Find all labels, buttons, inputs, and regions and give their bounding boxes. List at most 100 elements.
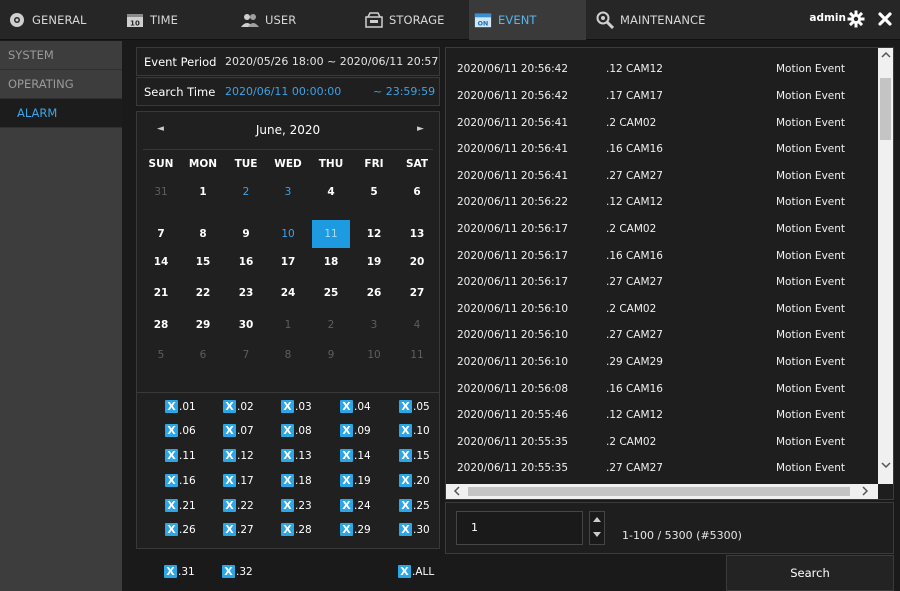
page-up-icon[interactable]	[590, 512, 604, 528]
camera-checkbox[interactable]: X .15	[399, 449, 430, 462]
calendar-day[interactable]: 26	[355, 279, 393, 307]
camera-checkbox[interactable]: X .10	[399, 424, 430, 437]
horizontal-scrollbar[interactable]	[446, 484, 878, 499]
calendar-day[interactable]: 2	[227, 178, 265, 206]
scroll-left-icon[interactable]	[452, 486, 462, 499]
camera-checkbox[interactable]: X .21	[165, 499, 196, 512]
event-row[interactable]: 2020/06/11 20:56:41 .16 CAM16 Motion Event	[446, 136, 876, 163]
event-row[interactable]: 2020/06/11 20:56:42 .12 CAM12 Motion Event	[446, 56, 876, 83]
scroll-down-icon[interactable]	[881, 460, 891, 473]
calendar-day[interactable]: 20	[398, 248, 436, 276]
prev-month-arrow-icon[interactable]: ◄	[157, 124, 164, 134]
event-row[interactable]: 2020/06/11 20:55:35 .27 CAM27 Motion Event	[446, 455, 876, 482]
calendar-day[interactable]: 28	[142, 311, 180, 339]
camera-checkbox[interactable]: X .17	[223, 474, 254, 487]
calendar-day[interactable]: 8	[269, 341, 307, 369]
camera-checkbox[interactable]: X .13	[281, 449, 312, 462]
camera-checkbox[interactable]: X .07	[223, 424, 254, 437]
event-row[interactable]: 2020/06/11 20:56:17 .2 CAM02 Motion Event	[446, 216, 876, 243]
camera-checkbox[interactable]: X .08	[281, 424, 312, 437]
camera-checkbox[interactable]: X .19	[340, 474, 371, 487]
page-number-input[interactable]: 1	[456, 511, 583, 545]
tab-user[interactable]: USER	[241, 0, 351, 40]
calendar-day[interactable]: 1	[269, 311, 307, 339]
calendar-day[interactable]: 3	[355, 311, 393, 339]
camera-checkbox[interactable]: X .31	[164, 565, 195, 578]
camera-checkbox[interactable]: X .12	[223, 449, 254, 462]
camera-checkbox[interactable]: X .04	[340, 400, 371, 413]
calendar-day[interactable]: 11	[398, 341, 436, 369]
camera-checkbox[interactable]: X .06	[165, 424, 196, 437]
search-time-end[interactable]: ~ 23:59:59	[373, 85, 435, 98]
calendar-day[interactable]: 17	[269, 248, 307, 276]
calendar-day[interactable]: 13	[398, 220, 436, 248]
camera-checkbox[interactable]: X .24	[340, 499, 371, 512]
camera-checkbox[interactable]: X .20	[399, 474, 430, 487]
camera-checkbox[interactable]: X .28	[281, 523, 312, 536]
gear-icon[interactable]	[846, 9, 866, 29]
camera-checkbox[interactable]: X .18	[281, 474, 312, 487]
camera-checkbox[interactable]: X .03	[281, 400, 312, 413]
calendar-day[interactable]: 16	[227, 248, 265, 276]
camera-checkbox-all[interactable]: X .ALL	[398, 565, 434, 578]
event-row[interactable]: 2020/06/11 20:56:22 .12 CAM12 Motion Event	[446, 189, 876, 216]
camera-checkbox[interactable]: X .30	[399, 523, 430, 536]
camera-checkbox[interactable]: X .11	[165, 449, 196, 462]
calendar-day[interactable]: 7	[142, 220, 180, 248]
event-row[interactable]: 2020/06/11 20:56:10 .2 CAM02 Motion Event	[446, 295, 876, 322]
tab-storage[interactable]: STORAGE	[365, 0, 475, 40]
calendar-day[interactable]: 10	[355, 341, 393, 369]
sidebar-item-operating[interactable]: OPERATING	[0, 70, 122, 99]
camera-checkbox[interactable]: X .29	[340, 523, 371, 536]
calendar-day[interactable]: 24	[269, 279, 307, 307]
calendar-day[interactable]: 7	[227, 341, 265, 369]
calendar-day[interactable]: 3	[269, 178, 307, 206]
calendar-day[interactable]: 23	[227, 279, 265, 307]
calendar-day[interactable]: 10	[269, 220, 307, 248]
calendar-day[interactable]: 21	[142, 279, 180, 307]
camera-checkbox[interactable]: X .05	[399, 400, 430, 413]
tab-time[interactable]: 10 TIME	[126, 0, 236, 40]
calendar-day[interactable]: 4	[398, 311, 436, 339]
event-row[interactable]: 2020/06/11 20:56:41 .2 CAM02 Motion Event	[446, 109, 876, 136]
calendar-day[interactable]: 1	[184, 178, 222, 206]
event-row[interactable]: 2020/06/11 20:55:46 .12 CAM12 Motion Event	[446, 402, 876, 429]
calendar-day[interactable]: 12	[355, 220, 393, 248]
tab-event[interactable]: ON EVENT	[469, 0, 586, 40]
camera-checkbox[interactable]: X .09	[340, 424, 371, 437]
calendar-day[interactable]: 25	[312, 279, 350, 307]
event-row[interactable]: 2020/06/11 20:56:10 .27 CAM27 Motion Event	[446, 322, 876, 349]
camera-checkbox[interactable]: X .22	[223, 499, 254, 512]
close-icon[interactable]	[875, 9, 895, 29]
calendar-day[interactable]: 5	[355, 178, 393, 206]
calendar-day[interactable]: 6	[184, 341, 222, 369]
calendar-day[interactable]: 11	[312, 220, 350, 248]
calendar-day[interactable]: 8	[184, 220, 222, 248]
calendar-day[interactable]: 30	[227, 311, 265, 339]
camera-checkbox[interactable]: X .14	[340, 449, 371, 462]
calendar-day[interactable]: 9	[312, 341, 350, 369]
tab-general[interactable]: GENERAL	[8, 0, 122, 40]
calendar-day[interactable]: 31	[142, 178, 180, 206]
horizontal-scroll-thumb[interactable]	[468, 487, 850, 496]
calendar-day[interactable]: 22	[184, 279, 222, 307]
calendar-day[interactable]: 5	[142, 341, 180, 369]
camera-checkbox[interactable]: X .27	[223, 523, 254, 536]
event-row[interactable]: 2020/06/11 20:56:42 .17 CAM17 Motion Event	[446, 83, 876, 110]
camera-checkbox[interactable]: X .32	[222, 565, 253, 578]
sidebar-item-system[interactable]: SYSTEM	[0, 41, 122, 70]
sidebar-item-alarm[interactable]: ALARM	[0, 99, 122, 128]
calendar-day[interactable]: 2	[312, 311, 350, 339]
search-button[interactable]: Search	[726, 555, 894, 591]
event-row[interactable]: 2020/06/11 20:56:41 .27 CAM27 Motion Event	[446, 162, 876, 189]
calendar-day[interactable]: 27	[398, 279, 436, 307]
next-month-arrow-icon[interactable]: ►	[417, 124, 424, 134]
tab-maintenance[interactable]: MAINTENANCE	[596, 0, 736, 40]
calendar-day[interactable]: 29	[184, 311, 222, 339]
event-row[interactable]: 2020/06/11 20:56:10 .29 CAM29 Motion Event	[446, 349, 876, 376]
calendar-day[interactable]: 14	[142, 248, 180, 276]
event-row[interactable]: 2020/06/11 20:56:08 .16 CAM16 Motion Event	[446, 375, 876, 402]
scroll-right-icon[interactable]	[860, 486, 870, 499]
event-row[interactable]: 2020/06/11 20:56:17 .16 CAM16 Motion Event	[446, 242, 876, 269]
camera-checkbox[interactable]: X .02	[223, 400, 254, 413]
